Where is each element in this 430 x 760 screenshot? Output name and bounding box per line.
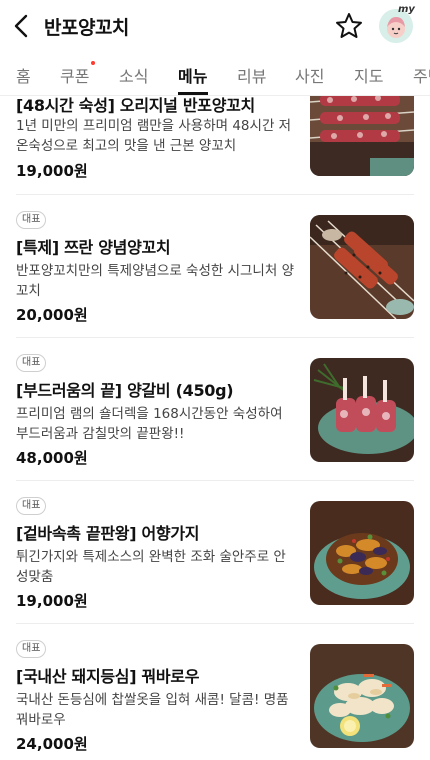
menu-item-description: 프리미엄 램의 숄더렉을 168시간동안 숙성하여 부드러움과 감칠맛의 끝판왕… <box>16 406 283 442</box>
signature-badge: 대표 <box>16 211 47 229</box>
tab-review[interactable]: 리뷰 <box>237 63 266 87</box>
item-divider <box>16 337 414 338</box>
menu-item-description: 튀긴가지와 특제소스의 완벽한 조화 술안주로 안성맞춤 <box>16 549 286 585</box>
menu-item-name: [특제] 쯔란 양념양꼬치 <box>16 238 171 257</box>
menu-item-price: 48,000원 <box>16 449 88 467</box>
menu-item-price: 19,000원 <box>16 592 88 610</box>
top-app-bar: 반포양꼬치 my <box>0 0 430 52</box>
menu-item-name: [국내산 돼지등심] 꿔바로우 <box>16 667 200 686</box>
tab-menu[interactable]: 메뉴 <box>178 63 207 87</box>
signature-badge: 대표 <box>16 497 47 515</box>
menu-item-photo <box>310 358 414 462</box>
menu-item-name: [48시간 숙성] 오리지널 반포양꼬치 <box>16 96 255 115</box>
item-divider <box>16 480 414 481</box>
my-label: my <box>398 4 415 15</box>
tab-map[interactable]: 지도 <box>354 63 383 87</box>
menu-item-photo <box>310 96 414 176</box>
item-divider <box>16 194 414 195</box>
menu-item-price: 24,000원 <box>16 735 88 753</box>
item-divider <box>16 623 414 624</box>
tab-coupon[interactable]: 쿠폰 <box>60 63 89 87</box>
menu-item-name: [겉바속촉 끝판왕] 어향가지 <box>16 524 200 543</box>
menu-item[interactable]: 대표 [특제] 쯔란 양념양꼬치 반포양꼬치만의 특제양념으로 숙성한 시그니처… <box>0 201 430 344</box>
menu-item-price: 20,000원 <box>16 306 88 324</box>
tab-home[interactable]: 홈 <box>16 63 31 87</box>
signature-badge: 대표 <box>16 640 47 658</box>
menu-list: [48시간 숙성] 오리지널 반포양꼬치 1년 미만의 프리미엄 램만을 사용하… <box>0 96 430 760</box>
back-arrow-icon[interactable] <box>10 12 34 40</box>
menu-item-price: 19,000원 <box>16 162 88 180</box>
menu-item-description: 1년 미만의 프리미엄 램만을 사용하며 48시간 저온숙성으로 최고의 맛을 … <box>16 118 292 154</box>
menu-item-photo <box>310 644 414 748</box>
tab-nearby[interactable]: 주변 <box>413 63 430 87</box>
new-badge-dot <box>91 61 95 65</box>
menu-item-photo <box>310 501 414 605</box>
menu-item[interactable]: 대표 [부드러움의 끝] 양갈비 (450g) 프리미엄 램의 숄더렉을 168… <box>0 344 430 487</box>
tab-news[interactable]: 소식 <box>119 63 148 87</box>
tab-photo[interactable]: 사진 <box>295 63 324 87</box>
menu-item[interactable]: 대표 [겉바속촉 끝판왕] 어향가지 튀긴가지와 특제소스의 완벽한 조화 술안… <box>0 487 430 630</box>
signature-badge: 대표 <box>16 354 47 372</box>
menu-item-photo <box>310 215 414 319</box>
star-favorite-icon[interactable] <box>334 11 364 41</box>
active-tab-indicator <box>178 92 208 95</box>
menu-item-name: [부드러움의 끝] 양갈비 (450g) <box>16 381 234 400</box>
menu-item[interactable]: 대표 [국내산 돼지등심] 꿔바로우 국내산 돈등심에 찹쌀옷을 입혀 새콤! … <box>0 630 430 760</box>
place-title: 반포양꼬치 <box>44 17 129 39</box>
tab-bar: 홈 쿠폰 소식 메뉴 리뷰 사진 지도 주변 <box>0 52 430 96</box>
menu-item-description: 국내산 돈등심에 찹쌀옷을 입혀 새콤! 달콤! 명품 꿔바로우 <box>16 692 289 728</box>
menu-item-description: 반포양꼬치만의 특제양념으로 숙성한 시그니처 양꼬치 <box>16 263 294 299</box>
